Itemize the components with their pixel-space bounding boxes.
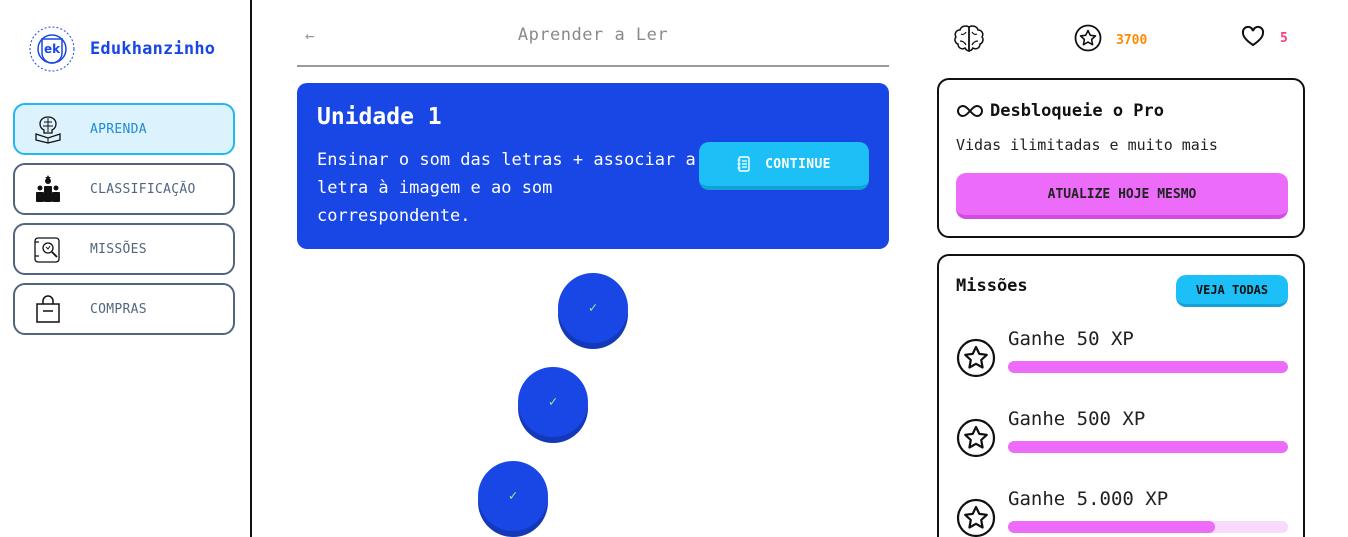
infinity-icon: [956, 104, 984, 118]
notebook-icon: [737, 156, 751, 172]
pro-subtitle: Vidas ilimitadas e muito mais: [956, 136, 1218, 154]
check-icon: ✓: [588, 300, 598, 316]
brand[interactable]: ek Edukhanzinho: [28, 25, 215, 73]
sidebar-item-aprenda[interactable]: APRENDA: [13, 103, 235, 155]
map-magnifier-icon: [32, 233, 64, 265]
upgrade-button[interactable]: ATUALIZE HOJE MESMO: [956, 173, 1288, 219]
unit-card: Unidade 1 Ensinar o som das letras + ass…: [297, 83, 889, 249]
sidebar-item-missoes[interactable]: MISSÕES: [13, 223, 235, 275]
lesson-node-1[interactable]: ✓: [558, 273, 628, 343]
leaderboard-podium-icon: [32, 173, 64, 205]
sidebar-item-compras[interactable]: COMPRAS: [13, 283, 235, 335]
sidebar-nav: APRENDA CLASSIFICAÇÃO MISSÕES COMPRAS: [13, 103, 235, 343]
mission-progress-fill: [1008, 361, 1288, 373]
lesson-node-3[interactable]: ✓: [478, 461, 548, 531]
sidebar-item-label: COMPRAS: [90, 301, 147, 317]
mission-progress-bar: [1008, 441, 1288, 453]
unit-title: Unidade 1: [317, 104, 442, 130]
svg-text:ek: ek: [44, 42, 61, 56]
missions-title: Missões: [956, 276, 1028, 296]
mission-label: Ganhe 500 XP: [1008, 408, 1146, 430]
mission-item: Ganhe 5.000 XP: [956, 488, 1288, 537]
mission-progress-fill: [1008, 441, 1288, 453]
pro-upsell-card: Desbloqueie o Pro Vidas ilimitadas e mui…: [937, 78, 1305, 238]
mission-item: Ganhe 500 XP: [956, 408, 1288, 468]
heart-icon: [1240, 24, 1266, 52]
sidebar-item-label: MISSÕES: [90, 241, 147, 257]
mission-label: Ganhe 5.000 XP: [1008, 488, 1169, 510]
mission-item: Ganhe 50 XP: [956, 328, 1288, 388]
sidebar-item-label: APRENDA: [90, 121, 147, 137]
sidebar-item-classificacao[interactable]: CLASSIFICAÇÃO: [13, 163, 235, 215]
see-all-missions-button[interactable]: VEJA TODAS: [1176, 275, 1288, 307]
lesson-node-2[interactable]: ✓: [518, 367, 588, 437]
sidebar: ek Edukhanzinho APRENDA CLASSIFICAÇÃO MI…: [0, 0, 252, 537]
star-icon: [956, 418, 996, 458]
xp-value: 3700: [1116, 32, 1148, 48]
brand-logo-icon: ek: [29, 26, 75, 72]
mission-progress-fill: [1008, 521, 1216, 533]
course-selector[interactable]: [953, 24, 985, 58]
missions-card: Missões VEJA TODAS Ganhe 50 XP Ganhe 500…: [937, 254, 1305, 537]
continue-label: CONTINUE: [765, 156, 831, 172]
brand-name: Edukhanzinho: [90, 39, 216, 59]
lives-counter[interactable]: 5: [1240, 24, 1288, 52]
continue-button[interactable]: CONTINUE: [699, 142, 869, 190]
brain-icon: [953, 24, 985, 58]
lives-value: 5: [1280, 30, 1288, 46]
star-icon: [956, 338, 996, 378]
star-icon: [1074, 24, 1102, 56]
page-title: Aprender a Ler: [517, 25, 669, 45]
check-icon: ✓: [508, 488, 518, 504]
star-icon: [956, 498, 996, 537]
mission-progress-bar: [1008, 361, 1288, 373]
course-header: ← Aprender a Ler: [297, 20, 889, 67]
check-icon: ✓: [548, 394, 558, 410]
mission-label: Ganhe 50 XP: [1008, 328, 1134, 350]
shopping-bag-icon: [32, 293, 64, 325]
xp-counter[interactable]: 3700: [1074, 24, 1147, 56]
brain-book-icon: [32, 113, 64, 145]
mission-progress-bar: [1008, 521, 1288, 533]
pro-title-text: Desbloqueie o Pro: [990, 101, 1164, 121]
unit-description: Ensinar o som das letras + associar a le…: [317, 150, 696, 226]
sidebar-item-label: CLASSIFICAÇÃO: [90, 181, 196, 197]
pro-title: Desbloqueie o Pro: [956, 101, 1164, 121]
